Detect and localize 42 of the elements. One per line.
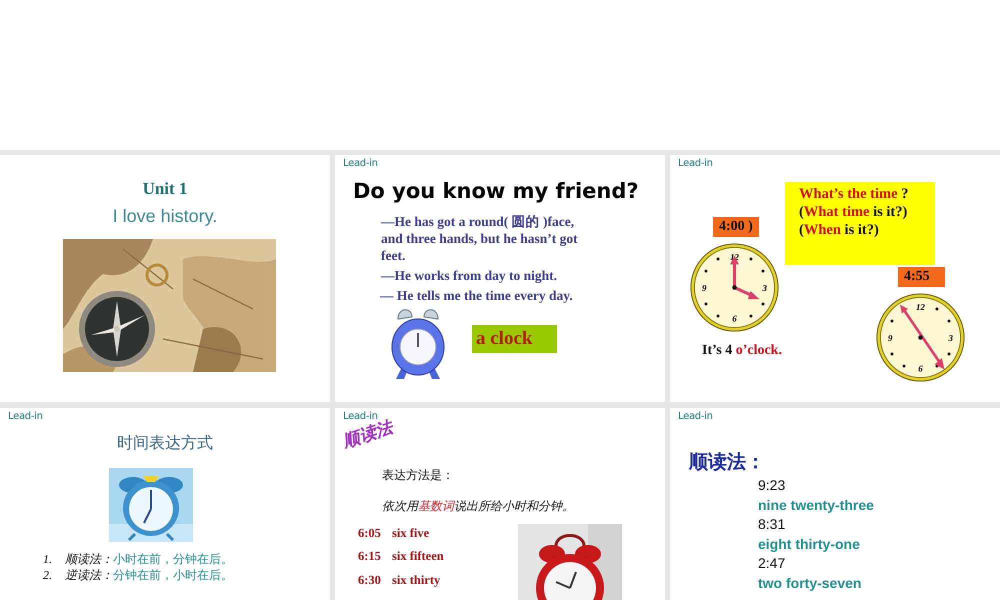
slide-title: 顺读法：	[689, 451, 765, 475]
question-text: What’s the time ?	[799, 186, 910, 203]
riddle-line: —He has got a round( 圆的 )face, and three hands, but he hasn’t got feet.	[381, 213, 579, 264]
time-words: nine twenty-three	[758, 496, 874, 515]
list-item: 1. 顺读法：小时在前，分钟在后。	[43, 551, 233, 567]
slide-subtitle: I love history.	[112, 206, 218, 227]
rule-text: 依次用基数词说出所给小时和分钟。	[382, 498, 574, 515]
riddle-line: —He works from day to night.	[381, 268, 558, 284]
riddle-line: — He tells me the time every day.	[380, 288, 573, 304]
slide-label: Lead-in	[678, 158, 713, 169]
time-text: 8:31	[758, 515, 786, 534]
slide-thumbnail[interactable]: Lead-in 时间表达方式 1. 顺读法：小时在前，分钟在后。 2. 逆读法：分钟在前，小时在后。	[0, 408, 330, 600]
slide-thumbnail[interactable]: Lead-in 顺读法 表达方法是： 依次用基数词说出所给小时和分钟。 6:05 six five 6:15 six fifteen 6:30 six thirty	[335, 408, 665, 600]
time-text: 6:30	[358, 573, 382, 588]
slide-label: Lead-in	[343, 158, 378, 169]
analog-clock-drawing: 12 3 6 9	[876, 291, 965, 384]
slide-thumbnail[interactable]: Unit 1 I love history.	[0, 155, 330, 402]
slide-label: Lead-in	[678, 411, 713, 422]
time-words: two forty-seven	[758, 574, 862, 593]
slide-thumbnail[interactable]: Lead-in Do you know my friend? —He has got a round( 圆的 )face, and three hands, but he hasn’t got feet. —He works from day to night. — He tells me the time every day. a clock	[335, 155, 665, 402]
time-text: 2:47	[758, 554, 786, 573]
slide-label: Lead-in	[343, 411, 378, 422]
time-words: six fifteen	[392, 549, 444, 564]
slide-title: Do you know my friend?	[353, 179, 639, 203]
answer-label: a clock	[472, 325, 557, 353]
list-item: 2. 逆读法：分钟在前，小时在后。	[43, 567, 233, 583]
time-words: six thirty	[392, 573, 440, 588]
answer-text: It’s 4 o’clock.	[702, 343, 782, 359]
time-words: six five	[392, 526, 430, 541]
question-text: (When is it?)	[799, 222, 880, 239]
time-label: 4:55	[898, 267, 945, 287]
time-label: 4:00 )	[713, 217, 759, 237]
slide-title: Unit 1	[142, 179, 188, 199]
intro-text: 表达方法是：	[382, 467, 454, 484]
slide-label: Lead-in	[8, 411, 43, 422]
slide-thumbnail[interactable]: Lead-in 顺读法： 9:23 nine twenty-three 8:31 eight thirty-one 2:47 two forty-seven	[670, 408, 1000, 600]
time-text: 9:23	[758, 476, 786, 495]
time-text: 6:05	[358, 526, 382, 541]
time-text: 6:15	[358, 549, 382, 564]
time-words: eight thirty-one	[758, 534, 861, 554]
slide-title: 时间表达方式	[116, 434, 214, 454]
question-text: (What time is it?)	[799, 204, 908, 221]
